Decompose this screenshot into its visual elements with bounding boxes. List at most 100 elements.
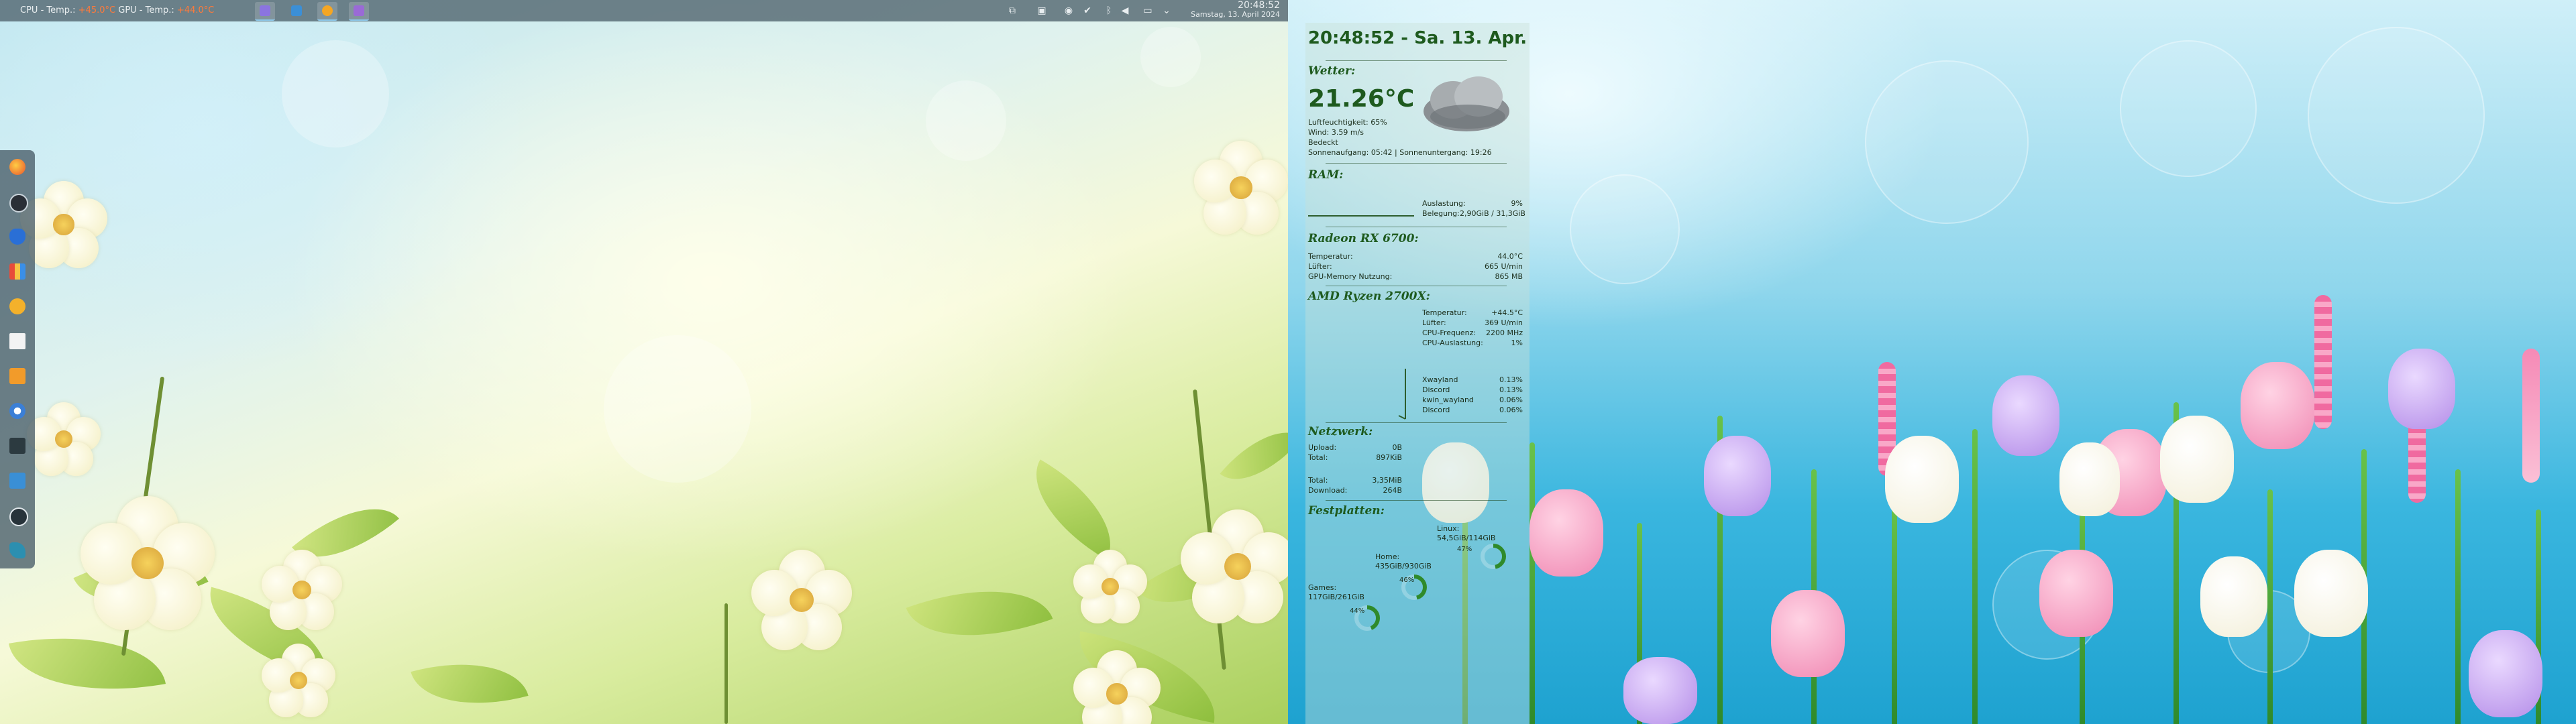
folder-icon: [9, 473, 25, 489]
store-icon: [9, 263, 25, 280]
firefox-icon: [9, 159, 25, 175]
updates-icon[interactable]: ✔: [1081, 5, 1093, 17]
download-value: 264B: [1383, 486, 1402, 495]
disk-usage: 117GiB/261GiB: [1308, 593, 1364, 601]
download-total-label: Total:: [1308, 476, 1328, 485]
disk-percent: 46%: [1399, 577, 1415, 584]
discord-icon: [260, 5, 270, 16]
disk-usage: 435GiB/930GiB: [1375, 562, 1432, 570]
upload-total-label: Total:: [1308, 453, 1328, 462]
process-usage: 0.13%: [1499, 385, 1523, 394]
weather-temperature: 21.26°C: [1308, 85, 1415, 113]
upload-total-value: 897KiB: [1376, 453, 1402, 462]
display-icon[interactable]: ▭: [1142, 5, 1154, 17]
bluetooth-manager-icon[interactable]: ⧉: [1006, 5, 1018, 17]
terminal-icon: [9, 438, 25, 454]
taskbar-tasks[interactable]: [349, 2, 369, 21]
firefox-icon: [322, 5, 333, 16]
media-icon: [9, 298, 25, 314]
process-usage: 0.06%: [1499, 406, 1523, 414]
bluetooth-icon[interactable]: ᛒ: [1103, 5, 1115, 17]
shield-icon: [9, 229, 25, 245]
temperature-readout: CPU - Temp.: +45.0°C GPU - Temp.: +44.0°…: [20, 5, 214, 15]
gpu-row-label: GPU-Memory Nutzung:: [1308, 272, 1393, 281]
gpu-title: Radeon RX 6700:: [1308, 232, 1419, 245]
upload-value: 0B: [1392, 443, 1402, 452]
ram-used-label: Belegung:: [1422, 209, 1460, 218]
divider: [1326, 422, 1507, 423]
dock-app-store[interactable]: [6, 260, 29, 283]
ram-title: RAM:: [1308, 168, 1344, 182]
disk-ring: [1481, 544, 1506, 569]
ram-graph-baseline: [1308, 215, 1414, 217]
weather-title: Wetter:: [1308, 64, 1356, 78]
disk-label: Games:: [1308, 583, 1337, 592]
app-dock: [0, 150, 35, 568]
ram-usage-label: Auslastung:: [1422, 199, 1466, 208]
dock-firefox[interactable]: [6, 156, 29, 178]
dock-folder[interactable]: [6, 469, 29, 492]
conky-system-monitor: 20:48:52 - Sa. 13. Apr. Wetter: 21.26°C …: [1305, 23, 1529, 724]
cpu-row-value: 1%: [1511, 339, 1523, 347]
gpu-row-value: 665 U/min: [1485, 262, 1523, 271]
taskbar-files[interactable]: [286, 2, 307, 19]
blender-icon: [9, 507, 28, 526]
network-title: Netzwerk:: [1308, 425, 1373, 438]
weather-humidity: Luftfeuchtigkeit: 65%: [1308, 118, 1387, 127]
disks-title: Festplatten:: [1308, 504, 1385, 518]
dock-media-player[interactable]: [6, 365, 29, 387]
taskbar-firefox[interactable]: [317, 2, 337, 21]
process-usage: 0.06%: [1499, 396, 1523, 404]
cpu-row-value: +44.5°C: [1491, 308, 1523, 317]
cpu-title: AMD Ryzen 2700X:: [1308, 290, 1430, 303]
ram-used-value: 2,90GiB / 31,3GiB: [1460, 209, 1525, 218]
cloudy-weather-icon: [1424, 76, 1509, 131]
dock-protonvpn[interactable]: [6, 225, 29, 248]
disk-label: Home:: [1375, 552, 1400, 561]
dock-terminal[interactable]: [6, 434, 29, 457]
top-panel: CPU - Temp.: +45.0°C GPU - Temp.: +44.0°…: [0, 0, 1288, 21]
cpu-row-value: 369 U/min: [1485, 318, 1523, 327]
process-usage: 0.13%: [1499, 375, 1523, 384]
play-icon: [9, 368, 25, 384]
disk-label: Linux:: [1437, 524, 1460, 533]
dock-steam[interactable]: [6, 190, 29, 213]
chevron-down-icon[interactable]: ⌄: [1161, 5, 1173, 17]
process-name: Discord: [1422, 406, 1450, 414]
disk-percent: 47%: [1457, 546, 1472, 553]
panel-clock[interactable]: 20:48:52 Samstag, 13. April 2024: [1191, 1, 1280, 19]
dock-network[interactable]: [6, 400, 29, 422]
cpu-temp-value: +45.0°C: [78, 5, 116, 15]
weather-sun: Sonnenaufgang: 05:42 | Sonnenuntergang: …: [1308, 148, 1492, 157]
volume-icon[interactable]: ◀: [1119, 5, 1131, 17]
weather-condition: Bedeckt: [1308, 138, 1338, 147]
dock-player[interactable]: [6, 295, 29, 318]
clock-time: 20:48:52: [1238, 0, 1280, 11]
weather-wind: Wind: 3.59 m/s: [1308, 128, 1364, 137]
desktop-wallpaper-left: [0, 0, 1288, 724]
folder-icon: [291, 5, 302, 16]
cpu-row-label: Lüfter:: [1422, 318, 1446, 327]
clipboard-icon[interactable]: ▣: [1036, 5, 1048, 17]
gpu-row-label: Temperatur:: [1308, 252, 1353, 261]
upload-label: Upload:: [1308, 443, 1337, 452]
cpu-core-graph: [1398, 369, 1406, 420]
dock-blender[interactable]: [6, 504, 29, 527]
cpu-temp-label: CPU - Temp.:: [20, 5, 76, 15]
taskbar-discord[interactable]: [255, 2, 275, 21]
controller-icon[interactable]: ◉: [1063, 5, 1075, 17]
clock-date: Samstag, 13. April 2024: [1191, 10, 1280, 19]
download-label: Download:: [1308, 486, 1348, 495]
document-icon: [9, 333, 25, 349]
steam-icon: [9, 194, 28, 213]
download-total-value: 3,35MiB: [1372, 476, 1402, 485]
dock-lutris[interactable]: [6, 539, 29, 562]
divider: [1326, 163, 1507, 164]
cpu-row-value: 2200 MHz: [1485, 328, 1523, 337]
ram-usage-value: 9%: [1511, 199, 1523, 208]
process-name: Xwayland: [1422, 375, 1458, 384]
dock-text-editor[interactable]: [6, 330, 29, 353]
process-name: kwin_wayland: [1422, 396, 1474, 404]
process-name: Discord: [1422, 385, 1450, 394]
gpu-temp-label: GPU - Temp.:: [118, 5, 174, 15]
